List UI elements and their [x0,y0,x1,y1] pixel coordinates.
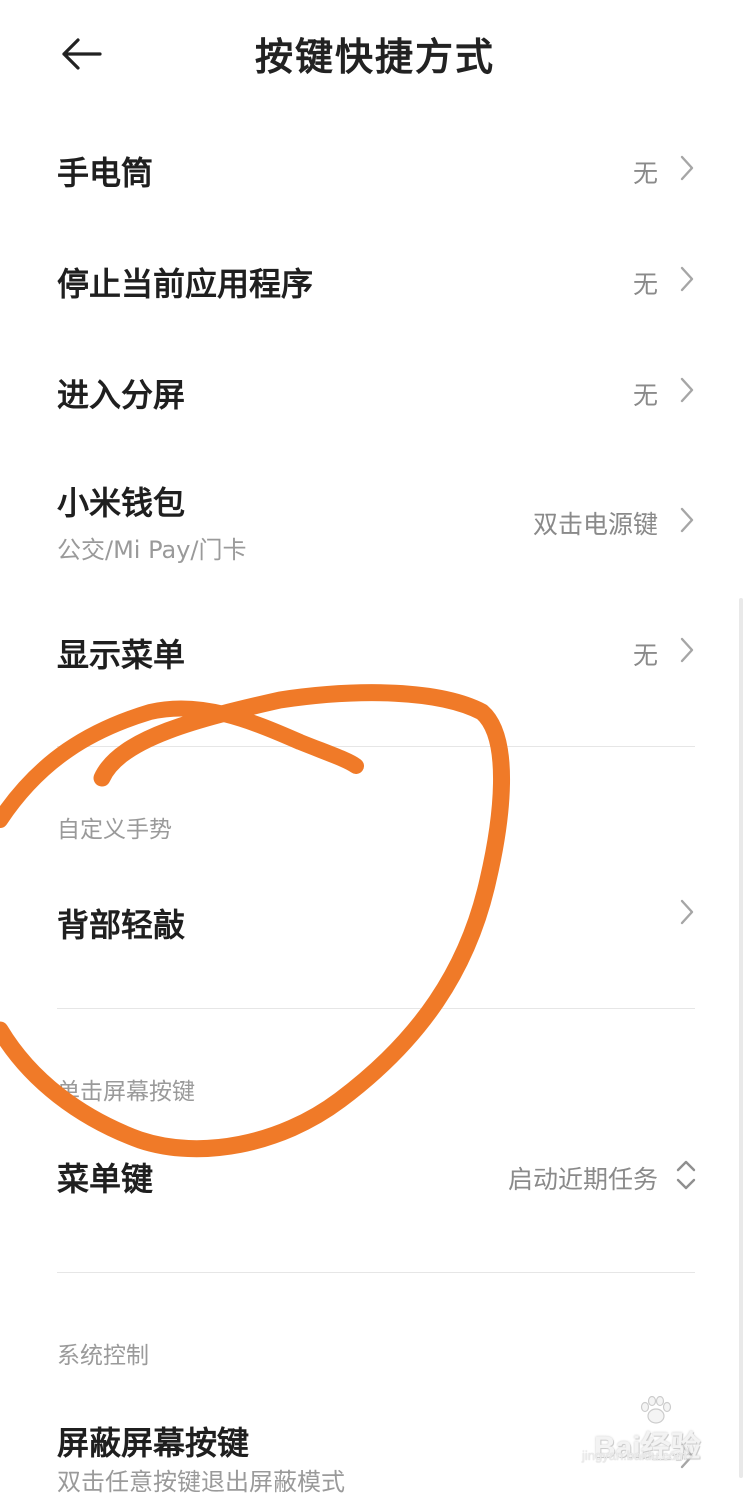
header-bar: 按键快捷方式 [0,0,750,110]
shortcut-flashlight-row[interactable]: 手电筒 无 [0,130,750,208]
divider [57,1008,695,1009]
row-value: 无 [632,381,658,410]
page-title: 按键快捷方式 [254,35,495,79]
section-title-screen-keys: 单击屏幕按键 [57,1079,195,1105]
row-label: 菜单键 [57,1160,154,1198]
row-label: 背部轻敲 [57,906,186,944]
row-value: 无 [632,641,658,670]
back-tap-row[interactable]: 背部轻敲 [0,880,750,962]
row-sublabel: 公交/Mi Pay/门卡 [57,536,247,564]
shortcut-stop-app-row[interactable]: 停止当前应用程序 无 [0,241,750,319]
shortcut-show-menu-row[interactable]: 显示菜单 无 [0,612,750,690]
row-label: 手电筒 [57,154,154,192]
row-value: 无 [632,159,658,188]
row-label: 显示菜单 [57,636,186,674]
shortcut-split-screen-row[interactable]: 进入分屏 无 [0,352,750,430]
row-value: 无 [632,270,658,299]
divider [57,1272,695,1273]
scrollbar[interactable] [739,598,743,1478]
row-label: 停止当前应用程序 [57,265,314,303]
baidu-jingyan-watermark: Bai经验 jingyan.baidu.com [574,1396,724,1466]
chevron-right-icon [680,155,694,181]
row-value: 双击电源键 [532,510,658,539]
row-label: 小米钱包 [57,484,186,522]
divider [57,746,695,747]
row-label: 进入分屏 [57,376,186,414]
chevron-up-down-icon [676,1160,696,1190]
chevron-right-icon [680,637,694,663]
row-value: 启动近期任务 [507,1165,658,1194]
section-title-custom-gesture: 自定义手势 [57,817,172,843]
menu-key-row[interactable]: 菜单键 启动近期任务 [0,1138,750,1216]
watermark-url: jingyan.baidu.com [582,1448,687,1463]
chevron-right-icon [680,899,694,925]
chevron-right-icon [680,266,694,292]
chevron-right-icon [680,507,694,533]
row-label: 屏蔽屏幕按键 [57,1424,250,1462]
annotation-circle [0,684,510,1158]
chevron-right-icon [680,377,694,403]
section-title-system-control: 系统控制 [57,1343,149,1369]
shortcut-mi-wallet-row[interactable]: 小米钱包 公交/Mi Pay/门卡 双击电源键 [0,470,750,570]
